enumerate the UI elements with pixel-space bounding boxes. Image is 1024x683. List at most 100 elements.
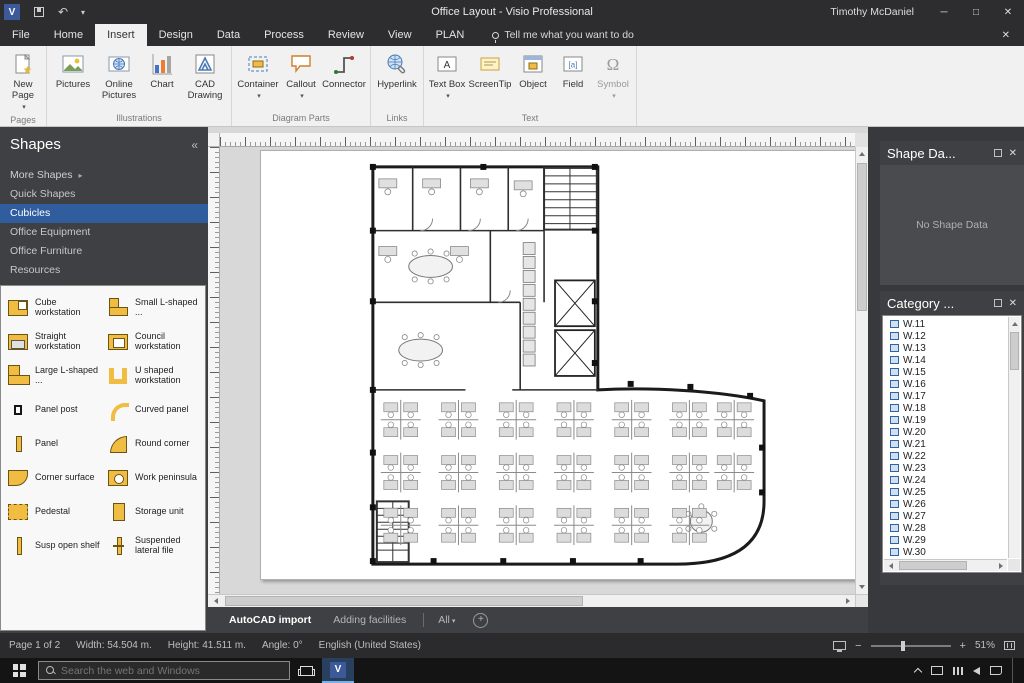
ribbon-tab[interactable]: PLAN [424,24,477,46]
stencil-item[interactable]: Office Furniture [0,242,208,261]
scroll-right-icon[interactable] [840,595,855,607]
page-tab[interactable]: Adding facilities [322,607,417,633]
canvas-vertical-scrollbar[interactable] [855,147,868,594]
symbol-button[interactable]: Ω Symbol [593,47,633,109]
ribbon-tab[interactable]: Review [316,24,376,46]
close-panel-icon[interactable]: ✕ [1009,298,1017,309]
callout-button[interactable]: Callout [281,47,321,109]
category-tree-item[interactable]: W.22 [885,450,1007,462]
vertical-scrollbar-thumb[interactable] [857,163,867,311]
shape-gallery-item[interactable]: Pedestal [3,495,103,529]
category-tree-item[interactable]: W.21 [885,438,1007,450]
scroll-right-icon[interactable] [994,560,1007,571]
shape-gallery-item[interactable]: Small L-shaped ... [103,291,203,325]
horizontal-ruler[interactable] [220,133,855,147]
category-panel-tab[interactable] [904,577,920,581]
show-desktop-button[interactable] [1012,658,1016,683]
stencil-item[interactable]: Quick Shapes [0,185,208,204]
more-shapes-item[interactable]: More Shapes [0,165,208,185]
float-panel-icon[interactable] [994,149,1002,157]
presentation-mode-icon[interactable] [833,641,846,650]
search-input[interactable] [61,665,282,677]
tell-me-box[interactable]: Tell me what you want to do [492,24,634,46]
shape-gallery-item[interactable]: Suspended lateral file [103,529,203,563]
category-tree-item[interactable]: W.23 [885,462,1007,474]
canvas-viewport[interactable] [220,147,855,594]
vertical-scrollbar-thumb[interactable] [1010,332,1019,370]
ribbon-tab[interactable]: Process [252,24,316,46]
network-icon[interactable] [953,667,963,675]
tray-expand-icon[interactable] [914,668,922,676]
shape-gallery-item[interactable]: Council workstation [103,325,203,359]
category-tree-item[interactable]: W.24 [885,474,1007,486]
collapse-panel-icon[interactable]: « [191,138,198,152]
status-item[interactable]: Width: 54.504 m. [76,640,152,651]
status-item[interactable]: Page 1 of 2 [9,640,60,651]
category-tree-item[interactable]: W.27 [885,510,1007,522]
zoom-in-button[interactable]: + [960,640,966,652]
minimize-button[interactable]: ─ [928,0,960,24]
qat-customize-icon[interactable]: ▾ [76,2,90,22]
container-button[interactable]: Container [235,47,281,109]
zoom-out-button[interactable]: − [855,640,861,652]
horizontal-scrollbar-thumb[interactable] [225,596,583,606]
start-button[interactable] [0,658,38,683]
shape-gallery-item[interactable]: Storage unit [103,495,203,529]
ribbon-tab[interactable]: View [376,24,424,46]
scroll-up-icon[interactable] [1009,317,1020,331]
account-name[interactable]: Timothy McDaniel [830,6,914,18]
taskbar-visio-button[interactable] [322,658,354,683]
fit-page-icon[interactable] [1004,641,1015,650]
taskbar-search[interactable] [38,661,290,680]
object-button[interactable]: Object [513,47,553,109]
shape-gallery-item[interactable]: Cube workstation [3,291,103,325]
shape-gallery-item[interactable]: Susp open shelf [3,529,103,563]
close-icon[interactable]: ✕ [988,24,1024,46]
category-vertical-scrollbar[interactable] [1008,317,1020,558]
chart-button[interactable]: Chart [142,47,182,109]
add-page-button[interactable]: + [473,613,488,628]
ribbon-tab[interactable]: Home [42,24,95,46]
undo-button[interactable]: ↶ [52,2,74,22]
vertical-ruler[interactable] [208,147,220,594]
ribbon-tab[interactable]: File [0,24,42,46]
category-tree-item[interactable]: W.13 [885,342,1007,354]
page-filter-dropdown[interactable]: All [430,614,463,626]
shape-gallery-item[interactable]: U shaped workstation [103,359,203,393]
shape-gallery-item[interactable]: Panel [3,427,103,461]
floor-plan-drawing[interactable] [261,151,855,579]
category-tree-item[interactable]: W.18 [885,402,1007,414]
category-tree-item[interactable]: W.14 [885,354,1007,366]
field-button[interactable]: [a] Field [553,47,593,109]
category-tree-item[interactable]: W.16 [885,378,1007,390]
float-panel-icon[interactable] [994,299,1002,307]
zoom-slider-thumb[interactable] [901,641,905,651]
stencil-item[interactable]: Resources [0,261,208,280]
zoom-percent[interactable]: 51% [975,640,995,651]
volume-icon[interactable] [973,667,980,675]
category-tree-item[interactable]: W.19 [885,414,1007,426]
horizontal-scrollbar-thumb[interactable] [899,561,967,570]
new-page-button[interactable]: New Page [3,47,43,113]
close-panel-icon[interactable]: ✕ [1009,148,1017,159]
screentip-button[interactable]: ScreenTip [467,47,513,109]
category-tree-item[interactable]: W.28 [885,522,1007,534]
shape-gallery-item[interactable]: Round corner [103,427,203,461]
ribbon-tab[interactable]: Insert [95,24,147,46]
ribbon-tab[interactable]: Data [205,24,252,46]
category-tree-item[interactable]: W.25 [885,486,1007,498]
category-tree-item[interactable]: W.15 [885,366,1007,378]
stencil-item[interactable]: Cubicles [0,204,208,223]
canvas-horizontal-scrollbar[interactable] [208,594,868,607]
status-item[interactable]: English (United States) [319,640,421,651]
scroll-up-icon[interactable] [856,147,868,161]
category-tree-item[interactable]: W.12 [885,330,1007,342]
maximize-button[interactable]: □ [960,0,992,24]
task-view-button[interactable] [290,658,322,683]
category-tree-item[interactable]: W.20 [885,426,1007,438]
shape-gallery-item[interactable]: Curved panel [103,393,203,427]
scroll-down-icon[interactable] [856,580,868,594]
category-tree-item[interactable]: W.29 [885,534,1007,546]
page-tab[interactable]: AutoCAD import [218,607,322,633]
close-button[interactable]: ✕ [992,0,1024,24]
